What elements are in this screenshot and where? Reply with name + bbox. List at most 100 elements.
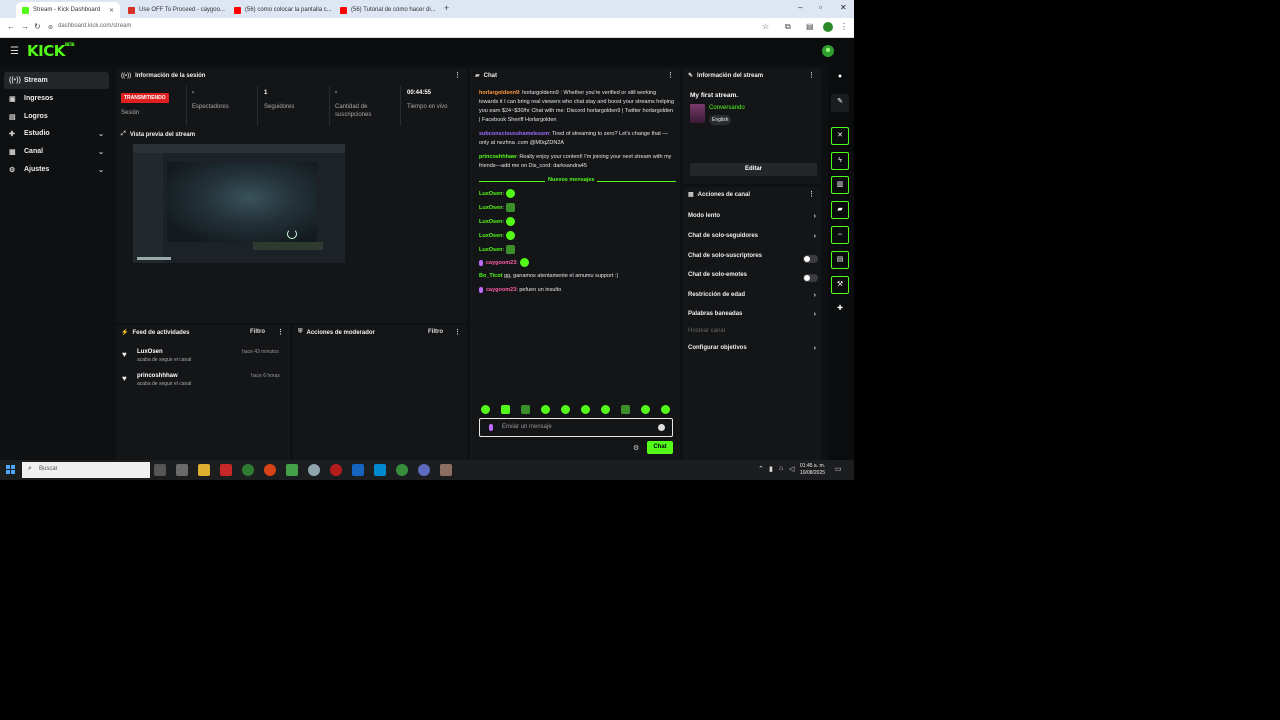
right-tool-rail: ● ✎ ✕ ϟ ▥ ▰ ⇔ ▤ ⚒ ✚ bbox=[828, 65, 854, 460]
menu-icon[interactable]: ☰ bbox=[10, 46, 19, 57]
close-window-icon[interactable]: ✕ bbox=[840, 3, 847, 12]
sidebar-item-ingresos[interactable]: ▣ Ingresos bbox=[4, 90, 109, 107]
resize-icon[interactable]: ⇔ bbox=[831, 226, 849, 244]
site-info-icon[interactable]: ⊜ bbox=[48, 24, 53, 31]
emote-icon[interactable] bbox=[501, 405, 510, 414]
url-field[interactable]: dashboard.kick.com/stream bbox=[58, 23, 131, 29]
taskbar-clock[interactable]: 01:45 a. m. 10/08/2025 bbox=[800, 463, 825, 477]
bookmark-star-icon[interactable]: ☆ bbox=[762, 22, 769, 31]
kebab-menu-icon[interactable]: ⋮ bbox=[667, 71, 674, 79]
chat-message: LuxOsen: bbox=[479, 217, 675, 227]
photoshop-icon[interactable] bbox=[352, 464, 364, 476]
extensions-icon[interactable]: ⧉ bbox=[785, 22, 791, 32]
chrome-icon[interactable] bbox=[396, 464, 408, 476]
app-icon[interactable] bbox=[374, 464, 386, 476]
emote-icon[interactable] bbox=[601, 405, 610, 414]
app-icon[interactable] bbox=[308, 464, 320, 476]
followers-only-chat-row[interactable]: Chat de solo-seguidores › bbox=[688, 233, 818, 245]
sidebar-item-canal[interactable]: ▦ Canal ⌄ bbox=[4, 143, 109, 160]
calendar-icon[interactable]: ▤ bbox=[831, 251, 849, 269]
emote-icon[interactable] bbox=[561, 405, 570, 414]
feed-filter-button[interactable]: Filtro bbox=[250, 329, 265, 335]
youtube-favicon-icon bbox=[234, 6, 241, 14]
kebab-menu-icon[interactable]: ⋮ bbox=[808, 190, 815, 198]
browser-menu-icon[interactable]: ⋮ bbox=[840, 22, 848, 31]
emote-icon[interactable] bbox=[641, 405, 650, 414]
kick-logo[interactable]: KICKBETA bbox=[27, 42, 75, 60]
trash-icon[interactable]: ▥ bbox=[831, 176, 849, 194]
browser-tab-2[interactable]: Use OFF To Proceed - caygoo... ✕ bbox=[122, 2, 226, 18]
chat-send-button[interactable]: Chat bbox=[647, 441, 673, 454]
profile-avatar[interactable] bbox=[823, 22, 833, 32]
slow-mode-row[interactable]: Modo lento › bbox=[688, 213, 818, 225]
mod-filter-button[interactable]: Filtro bbox=[428, 329, 443, 335]
notifications-icon[interactable]: ▭ bbox=[835, 465, 842, 473]
chat-settings-gear-icon[interactable]: ⚙ bbox=[633, 444, 639, 452]
close-tab-icon[interactable]: ✕ bbox=[105, 7, 114, 14]
close-tab-icon[interactable]: ✕ bbox=[436, 7, 441, 14]
obs-icon[interactable] bbox=[330, 464, 342, 476]
chat-username[interactable]: princoshhhaw bbox=[479, 154, 516, 160]
kebab-menu-icon[interactable]: ⋮ bbox=[454, 71, 461, 79]
app-icon[interactable] bbox=[264, 464, 276, 476]
acrobat-icon[interactable] bbox=[220, 464, 232, 476]
subscribers-only-toggle[interactable] bbox=[803, 255, 818, 263]
emote-icon[interactable] bbox=[621, 405, 630, 414]
browser-tab-kick[interactable]: Stream - Kick Dashboard ✕ bbox=[16, 2, 120, 18]
emotes-only-toggle[interactable] bbox=[803, 274, 818, 282]
task-view-icon[interactable] bbox=[154, 464, 166, 476]
chat-message-input[interactable]: Enviar un mensaje bbox=[479, 418, 673, 437]
stream-category[interactable]: Conversando bbox=[709, 105, 745, 111]
windows-start-icon[interactable] bbox=[6, 465, 15, 474]
back-icon[interactable]: ← bbox=[7, 22, 15, 31]
bolt-icon[interactable]: ϟ bbox=[831, 152, 849, 170]
maximize-icon[interactable]: ▫ bbox=[819, 3, 822, 12]
banned-words-row[interactable]: Palabras baneadas › bbox=[688, 311, 818, 323]
network-icon[interactable]: ⌂ bbox=[779, 465, 783, 472]
reload-icon[interactable]: ↻ bbox=[34, 22, 41, 31]
chat-username[interactable]: horlargoldenn9 bbox=[479, 90, 519, 96]
pencil-icon[interactable]: ✎ bbox=[831, 94, 849, 112]
emote-icon[interactable] bbox=[661, 405, 670, 414]
minimize-icon[interactable]: – bbox=[798, 3, 802, 12]
kebab-menu-icon[interactable]: ⋮ bbox=[277, 328, 284, 336]
sidebar-item-logros[interactable]: ▤ Logros bbox=[4, 108, 109, 125]
age-restriction-row[interactable]: Restricción de edad › bbox=[688, 292, 818, 304]
configure-goals-row[interactable]: Configurar objetivos › bbox=[688, 345, 818, 357]
league-of-legends-icon[interactable] bbox=[440, 464, 452, 476]
sidebar-item-stream[interactable]: ((•)) Stream bbox=[4, 72, 109, 89]
sidebar-item-ajustes[interactable]: ⚙ Ajustes ⌄ bbox=[4, 161, 109, 178]
file-explorer-icon[interactable] bbox=[198, 464, 210, 476]
sidebar-item-estudio[interactable]: ✚ Estudio ⌄ bbox=[4, 125, 109, 142]
chat-username[interactable]: subconsciousshamelessm bbox=[479, 131, 549, 137]
browser-tab-4[interactable]: (56) Tutorial de cómo hacer di... ✕ bbox=[334, 2, 440, 18]
discord-icon[interactable] bbox=[418, 464, 430, 476]
volume-icon[interactable]: ◁ bbox=[789, 465, 794, 473]
new-tab-button[interactable]: + bbox=[444, 3, 449, 13]
browser-tab-3[interactable]: (56) como colocar la pantalla c... ✕ bbox=[228, 2, 332, 18]
emote-icon[interactable] bbox=[481, 405, 490, 414]
edit-stream-info-button[interactable]: Editar bbox=[690, 163, 817, 176]
wrench-icon[interactable]: ⚒ bbox=[831, 276, 849, 294]
stream-preview-video[interactable] bbox=[133, 144, 345, 263]
emote-icon[interactable] bbox=[521, 405, 530, 414]
close-tab-icon[interactable]: ✕ bbox=[225, 7, 226, 14]
kebab-menu-icon[interactable]: ⋮ bbox=[454, 328, 461, 336]
mic-icon[interactable]: ▮ bbox=[769, 465, 773, 473]
sidepanel-icon[interactable]: ▤ bbox=[806, 22, 814, 31]
add-tool-icon[interactable]: ✚ bbox=[831, 301, 849, 319]
app-icon[interactable] bbox=[176, 464, 188, 476]
app-icon[interactable] bbox=[286, 464, 298, 476]
emoji-picker-icon[interactable] bbox=[658, 424, 665, 431]
forward-icon[interactable]: → bbox=[21, 22, 29, 31]
shield-x-icon[interactable]: ✕ bbox=[831, 127, 849, 145]
record-dot-icon[interactable]: ● bbox=[831, 69, 849, 87]
chat-bubble-icon[interactable]: ▰ bbox=[831, 201, 849, 219]
chrome-icon[interactable] bbox=[242, 464, 254, 476]
chevron-up-icon[interactable]: ⌃ bbox=[758, 465, 764, 473]
emote-icon[interactable] bbox=[541, 405, 550, 414]
taskbar-search-input[interactable]: ⌕ Buscar bbox=[22, 462, 150, 478]
user-avatar[interactable]: ☻ bbox=[822, 45, 834, 57]
emote-icon[interactable] bbox=[581, 405, 590, 414]
kebab-menu-icon[interactable]: ⋮ bbox=[808, 71, 815, 79]
